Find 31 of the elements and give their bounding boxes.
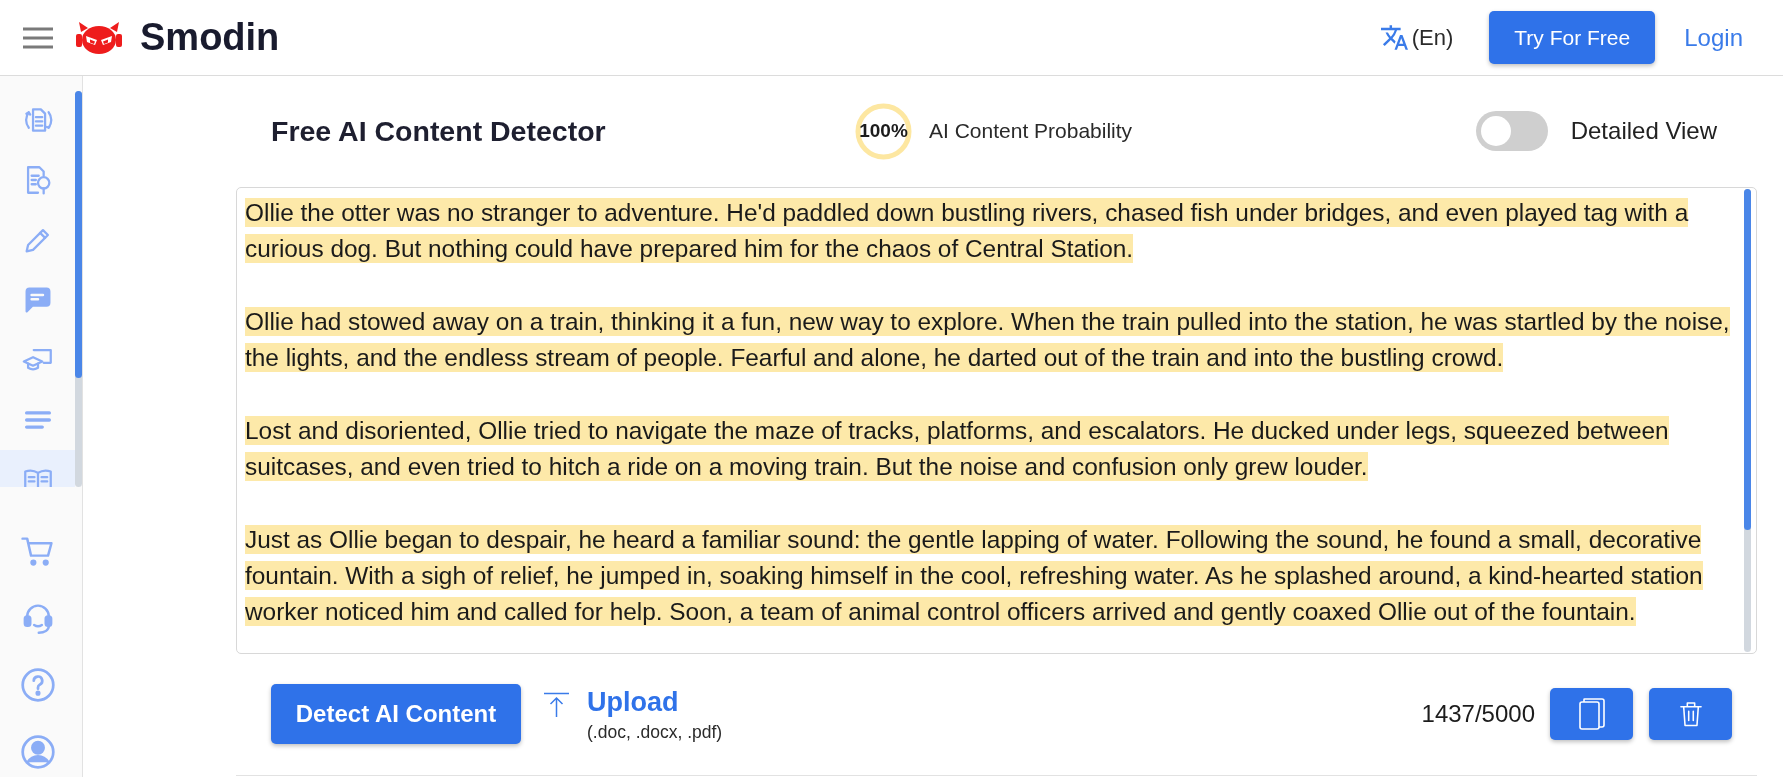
cart-icon[interactable] xyxy=(20,534,55,568)
probability-label: AI Content Probability xyxy=(929,119,1133,143)
scrollbar-thumb[interactable] xyxy=(75,91,82,378)
brand-name: Smodin xyxy=(140,16,280,59)
copy-icon xyxy=(1578,698,1605,730)
text-input-area[interactable] xyxy=(236,187,1757,654)
trash-icon xyxy=(1679,701,1702,727)
copy-button[interactable] xyxy=(1550,688,1633,740)
highlighted-paragraph: Ollie the otter was no stranger to adventure. He'd paddled down bustling rivers, chased fish under bridges, and even played tag with a curious dog. But nothing could have prepared him for the chaos of Central Station. xyxy=(245,197,1690,266)
upload-icon[interactable] xyxy=(543,692,570,718)
menu-icon[interactable] xyxy=(23,26,53,49)
scrollbar-thumb[interactable] xyxy=(1744,189,1751,530)
highlighted-paragraph: Lost and disoriented, Ollie tried to navigate the maze of tracks, platforms, and escalators. He ducked under legs, squeezed between suitcases, and even tried to hitch a ride on a moving train. But the noise and confusion only grew louder. xyxy=(245,414,1670,484)
highlighted-paragraph: Just as Ollie began to despair, he heard a familiar sound: the gentle lapping of water. Following the sound, he found a small, decorative fountain. With a sigh of relief, he jumped in, soaking himself in the cool, refreshing water. As he splashed around, a kind-hearted station worker noticed him and called for help. Soon, a team of animal control officers arrived and gently coaxed Ollie out of the fountain. xyxy=(245,523,1704,629)
file-formats-hint: (.doc, .docx, .pdf) xyxy=(587,722,723,743)
upload-link[interactable]: Upload xyxy=(587,686,679,718)
detailed-view-toggle[interactable] xyxy=(1475,111,1548,151)
help-icon[interactable] xyxy=(20,668,55,702)
user-account-icon[interactable] xyxy=(20,735,55,769)
character-count: 1437/5000 xyxy=(1421,700,1535,728)
robot-logo-icon[interactable] xyxy=(76,20,122,55)
delete-button[interactable] xyxy=(1649,688,1732,740)
detailed-view-label: Detailed View xyxy=(1570,117,1717,145)
detect-ai-content-button[interactable]: Detect AI Content xyxy=(271,684,521,744)
translate-icon[interactable] xyxy=(1380,25,1408,50)
login-link[interactable]: Login xyxy=(1684,23,1743,52)
highlighted-paragraph: Ollie had stowed away on a train, thinking it a fun, new way to explore. When the train pulled into the station, he was startled by the noise, the lights, and the endless stream of people. Fearful and alone, he darted out of the train and into the bustling crowd. xyxy=(245,305,1731,375)
try-for-free-button[interactable]: Try For Free xyxy=(1489,11,1656,64)
page-title: Free AI Content Detector xyxy=(271,114,607,148)
language-selector[interactable]: (En) xyxy=(1411,24,1454,51)
probability-value: 100% xyxy=(859,120,908,142)
